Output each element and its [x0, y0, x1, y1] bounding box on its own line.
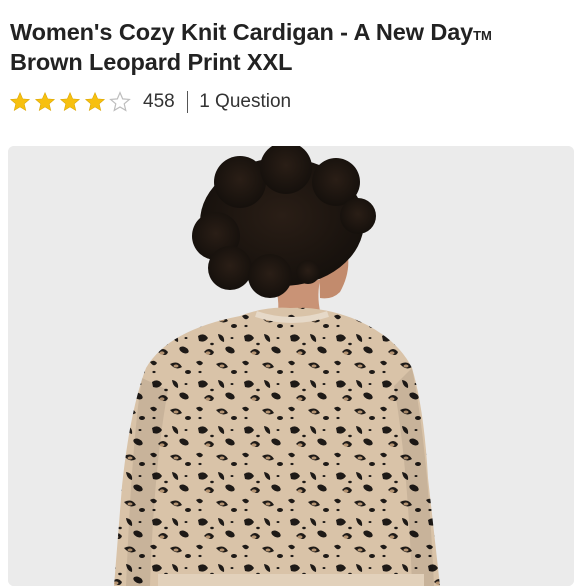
star-icon	[9, 91, 31, 112]
product-title-text: Women's Cozy Knit Cardigan - A New Day	[10, 19, 474, 45]
trademark-mark: TM	[473, 28, 492, 43]
star-outline-icon	[109, 91, 131, 112]
product-image[interactable]	[8, 146, 574, 586]
star-rating[interactable]	[9, 91, 131, 113]
product-title: Women's Cozy Knit Cardigan - A New DayTM…	[10, 17, 570, 77]
star-icon	[34, 91, 56, 112]
star-icon	[84, 91, 106, 112]
review-count[interactable]: 458	[143, 91, 175, 113]
questions-link[interactable]: 1 Question	[199, 91, 291, 113]
product-variant-text: Brown Leopard Print XXL	[10, 49, 293, 75]
star-icon	[59, 91, 81, 112]
divider	[186, 91, 189, 113]
rating-summary: 458 1 Question	[9, 89, 291, 115]
